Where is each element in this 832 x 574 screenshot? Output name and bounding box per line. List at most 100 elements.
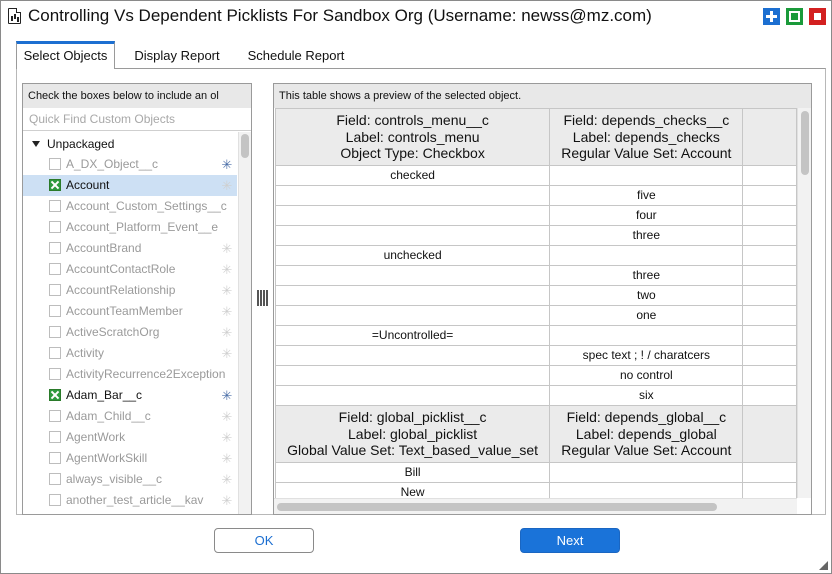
gray-star-icon: ✳ [221, 430, 233, 445]
table-row: five [274, 185, 797, 206]
window-title: Controlling Vs Dependent Picklists For S… [28, 6, 652, 25]
checkbox[interactable] [49, 368, 61, 380]
tab-select-objects[interactable]: Select Objects [16, 41, 115, 69]
next-button[interactable]: Next [520, 528, 620, 553]
extra-column-cell [742, 225, 797, 246]
scrollbar-thumb[interactable] [801, 111, 809, 175]
list-item[interactable]: AgentWorkSkill ✳ [23, 448, 237, 469]
table-row: =Uncontrolled= [274, 325, 797, 346]
table-row: six [274, 385, 797, 406]
gray-star-icon: ✳ [221, 472, 233, 487]
controlling-value-cell: =Uncontrolled= [274, 325, 551, 346]
preview-horizontal-scrollbar[interactable] [274, 498, 797, 514]
list-item[interactable]: AccountRelationship ✳ [23, 280, 237, 301]
list-item[interactable]: Account_Custom_Settings__c [23, 196, 237, 217]
table-row: no control [274, 365, 797, 386]
tab-display-report[interactable]: Display Report [122, 41, 232, 69]
checkbox[interactable] [49, 347, 61, 359]
list-item[interactable]: ActivityRecurrence2Exception [23, 364, 237, 385]
table-row: three [274, 265, 797, 286]
plus-button[interactable] [763, 8, 780, 25]
controlling-value-cell [274, 285, 551, 306]
extra-column-cell [742, 205, 797, 226]
dependent-value-cell: no control [549, 365, 744, 386]
scrollbar-thumb[interactable] [277, 503, 717, 511]
maximize-button[interactable] [786, 8, 803, 25]
controlling-value-cell [274, 365, 551, 386]
checkbox[interactable] [49, 284, 61, 296]
list-item[interactable]: another_test_article__kav ✳ [23, 490, 237, 511]
checkbox[interactable] [49, 326, 61, 338]
list-item-label: Adam_Bar__c [66, 388, 143, 402]
panel-splitter-handle[interactable] [257, 290, 269, 306]
list-item[interactable]: always_visible__c ✳ [23, 469, 237, 490]
list-item[interactable]: Account ✳ [23, 175, 237, 196]
checkbox[interactable] [49, 242, 61, 254]
table-row: Bill [274, 462, 797, 483]
quick-find-input[interactable]: Quick Find Custom Objects [23, 108, 251, 131]
extra-column-cell [742, 245, 797, 266]
blue-star-icon: ✳ [221, 388, 233, 403]
report-app-icon [8, 8, 21, 24]
expand-triangle-icon[interactable] [32, 141, 40, 147]
checkbox[interactable] [49, 431, 61, 443]
table-header-row: Field: controls_menu__c Label: controls_m… [274, 108, 797, 166]
scrollbar-thumb[interactable] [241, 134, 249, 158]
list-item[interactable]: Activity ✳ [23, 343, 237, 364]
table-header-row: Field: global_picklist__c Label: global_p… [274, 405, 797, 463]
gray-star-icon: ✳ [221, 262, 233, 277]
extra-column-cell [742, 345, 797, 366]
dependent-field-header: Field: depends_checks__c Label: depends_c… [549, 108, 744, 166]
list-item[interactable]: AccountBrand ✳ [23, 238, 237, 259]
gray-star-icon: ✳ [221, 283, 233, 298]
ok-button[interactable]: OK [214, 528, 314, 553]
controlling-value-cell: New [274, 482, 551, 498]
checkbox[interactable] [49, 473, 61, 485]
table-row: New [274, 482, 797, 498]
checkbox[interactable] [49, 158, 61, 170]
resize-grip-icon[interactable] [819, 561, 828, 570]
tab-schedule-report[interactable]: Schedule Report [236, 41, 356, 69]
checkbox[interactable] [49, 263, 61, 275]
list-item[interactable]: Adam_Bar__c ✳ [23, 385, 237, 406]
list-item-label: AccountBrand [66, 241, 142, 255]
dependent-value-cell: five [549, 185, 744, 206]
list-item-label: another_test_article__kav [66, 493, 204, 507]
preview-vertical-scrollbar[interactable] [797, 108, 811, 498]
object-list-header: Check the boxes below to include an ol [23, 84, 251, 108]
controlling-value-cell: unchecked [274, 245, 551, 266]
controlling-value-cell [274, 225, 551, 246]
controlling-value-cell [274, 265, 551, 286]
preview-panel: This table shows a preview of the select… [273, 83, 812, 515]
list-item[interactable]: ActiveScratchOrg ✳ [23, 322, 237, 343]
gray-star-icon: ✳ [221, 304, 233, 319]
list-item-label: AccountTeamMember [66, 304, 183, 318]
controlling-value-cell: checked [274, 165, 551, 186]
close-button[interactable] [809, 8, 826, 25]
list-item[interactable]: AccountContactRole ✳ [23, 259, 237, 280]
extra-column-cell [742, 305, 797, 326]
checked-checkbox[interactable] [49, 179, 61, 191]
header-line: Field: depends_checks__c [563, 112, 730, 129]
dependent-value-cell: three [549, 265, 744, 286]
checkbox[interactable] [49, 494, 61, 506]
table-row: unchecked [274, 245, 797, 266]
checkbox[interactable] [49, 410, 61, 422]
list-item[interactable]: Adam_Child__c ✳ [23, 406, 237, 427]
checkbox[interactable] [49, 200, 61, 212]
list-item[interactable]: Account_Platform_Event__e [23, 217, 237, 238]
header-line: Regular Value Set: Account [561, 145, 732, 162]
checkbox[interactable] [49, 305, 61, 317]
list-item[interactable]: AgentWork ✳ [23, 427, 237, 448]
object-list-scrollbar[interactable] [238, 132, 251, 514]
dependent-value-cell: two [549, 285, 744, 306]
tree-group-unpackaged[interactable]: Unpackaged [23, 134, 114, 154]
checkbox[interactable] [49, 221, 61, 233]
preview-header: This table shows a preview of the select… [274, 84, 811, 108]
dependent-value-cell: three [549, 225, 744, 246]
checkbox[interactable] [49, 452, 61, 464]
checked-checkbox[interactable] [49, 389, 61, 401]
list-item[interactable]: AccountTeamMember ✳ [23, 301, 237, 322]
list-item[interactable]: A_DX_Object__c ✳ [23, 154, 237, 175]
dependent-value-cell: one [549, 305, 744, 326]
